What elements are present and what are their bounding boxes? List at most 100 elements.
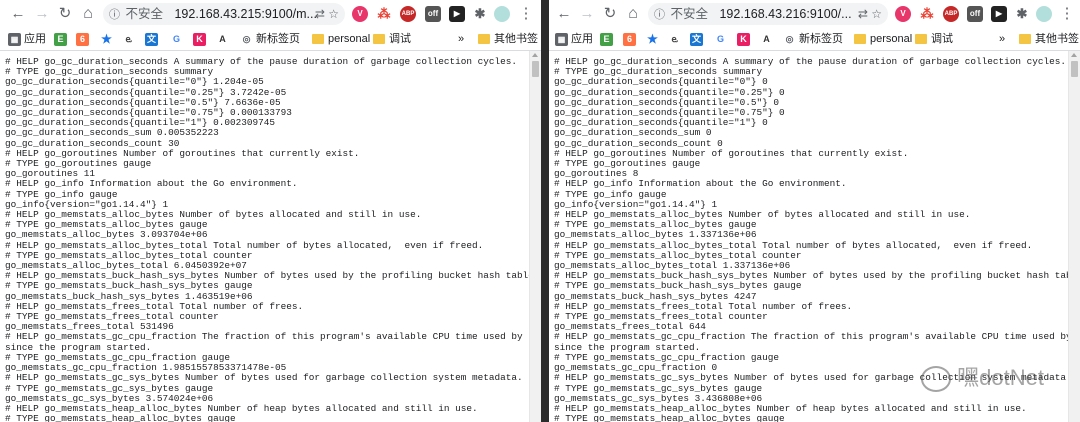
folder-icon [478,34,490,45]
puzzle-icon[interactable]: ✱ [472,6,488,22]
bookmark-other-label: 其他书签 [1035,33,1079,45]
bookmark-icon-4[interactable]: ⱸ [122,31,138,47]
vertical-scrollbar[interactable] [1068,51,1080,422]
scroll-thumb[interactable] [1071,61,1078,77]
bookmark-icon-4[interactable]: ⱸ [668,31,684,47]
watermark: 嘿dotNet [921,360,1044,392]
globe-icon: ◎ [240,32,253,46]
bookmark-icon-3[interactable]: ★ [100,31,116,47]
bookmark-star-icon: ★ [646,31,659,46]
forward-icon[interactable]: → [32,4,52,24]
browser-window-left: ← → ↻ ⌂ ⓘ 不安全 192.168.43.215:9100/m... ⇄… [0,0,541,422]
translate-and-star-icons[interactable]: ⇄ ☆ [858,3,882,25]
bookmark-icon-5[interactable]: 文 [145,31,161,47]
bookmark-other[interactable]: 其他书签 [1019,31,1079,47]
bookmark-debug[interactable]: 调试 [373,31,411,47]
page-content: # HELP go_gc_duration_seconds A summary … [0,51,530,422]
insecure-label: 不安全 [670,7,708,21]
bookmark-personal[interactable]: personal [312,31,370,47]
bookmark-swirl-icon: ⱸ [122,32,135,46]
url-text: 192.168.43.216:9100/... [719,7,852,21]
google-icon: G [170,32,183,46]
puzzle-icon[interactable]: ✱ [1014,6,1030,22]
bookmark-icon-3[interactable]: ★ [646,31,662,47]
bookmark-a-icon: A [760,32,773,46]
bookmark-apps[interactable]: ▦ 应用 [8,31,46,47]
warning-icon: ⓘ [654,9,665,21]
bookmark-new-tab[interactable]: ◎ 新标签页 [783,31,843,47]
extension-network-icon[interactable]: ⁂ [919,6,935,22]
bookmark-other-label: 其他书签 [494,33,538,45]
bookmark-icon-8[interactable]: A [216,31,232,47]
extension-square-icon[interactable]: ▶ [449,6,465,22]
avatar[interactable] [494,6,510,22]
menu-icon[interactable]: ⋮ [1057,4,1077,24]
bookmark-new-tab-label: 新标签页 [799,33,843,45]
extension-off-icon[interactable]: off [425,6,441,22]
bookmark-k-icon: K [737,32,750,46]
adblock-icon[interactable]: ABP [943,6,959,22]
bookmark-icon-6[interactable]: G [170,31,186,47]
bookmark-icon-6[interactable]: G [714,31,730,47]
browser-toolbar: ← → ↻ ⌂ ⓘ 不安全 192.168.43.216:9100/... ⇄ … [549,0,1080,28]
bookmark-other[interactable]: 其他书签 [478,31,538,47]
extension-off-icon[interactable]: off [967,6,983,22]
wechat-logo-icon [921,366,952,392]
extension-icon-1[interactable]: V [895,6,911,22]
bookmark-icon-7[interactable]: K [193,31,209,47]
bookmark-apps-label: 应用 [571,33,593,45]
vertical-scrollbar[interactable] [529,51,541,422]
bookmark-icon-1[interactable]: E [54,31,70,47]
bookmark-6-icon: 6 [623,32,636,46]
adblock-icon[interactable]: ABP [400,6,416,22]
bookmark-icon-8[interactable]: A [760,31,776,47]
back-icon[interactable]: ← [8,4,28,24]
bookmark-icon-2[interactable]: 6 [76,31,92,47]
warning-icon: ⓘ [109,9,120,21]
home-icon[interactable]: ⌂ [623,4,643,24]
browser-toolbar: ← → ↻ ⌂ ⓘ 不安全 192.168.43.215:9100/m... ⇄… [0,0,541,28]
bookmark-a-icon: A [216,32,229,46]
bookmark-debug-label: 调试 [931,33,953,45]
address-bar[interactable]: ⓘ 不安全 192.168.43.215:9100/m... ⇄ ☆ [103,3,345,25]
extension-network-icon[interactable]: ⁂ [376,6,392,22]
reload-icon[interactable]: ↻ [55,4,75,24]
extension-square-icon[interactable]: ▶ [991,6,1007,22]
bookmark-icon-2[interactable]: 6 [623,31,639,47]
globe-icon: ◎ [783,32,796,46]
bookmark-debug[interactable]: 调试 [915,31,953,47]
bookmark-personal-label: personal [328,33,371,45]
bookmark-apps[interactable]: ▦ 应用 [555,31,593,47]
bookmark-personal-label: personal [870,33,913,45]
extension-icon-1[interactable]: V [352,6,368,22]
folder-icon [854,34,866,45]
google-icon: G [714,32,727,46]
off-badge: off [427,9,439,18]
bookmark-personal[interactable]: personal [854,31,912,47]
scroll-up-arrow-icon[interactable] [1071,53,1077,57]
forward-icon[interactable]: → [577,4,597,24]
insecure-label: 不安全 [125,7,163,21]
bookmark-icon-1[interactable]: E [600,31,616,47]
bookmarks-overflow[interactable]: » [999,31,1005,47]
avatar[interactable] [1036,6,1052,22]
bookmark-translate-icon: 文 [690,32,703,46]
bookmark-e-icon: E [600,32,613,46]
back-icon[interactable]: ← [554,4,574,24]
bookmark-icon-7[interactable]: K [737,31,753,47]
folder-icon [915,34,927,45]
bookmark-swirl-icon: ⱸ [668,32,681,46]
reload-icon[interactable]: ↻ [600,4,620,24]
bookmark-star-icon: ★ [100,31,113,46]
scroll-thumb[interactable] [532,61,539,77]
translate-and-star-icons[interactable]: ⇄ ☆ [315,3,339,25]
home-icon[interactable]: ⌂ [78,4,98,24]
bookmarks-overflow[interactable]: » [458,31,464,47]
bookmark-new-tab[interactable]: ◎ 新标签页 [240,31,300,47]
bookmark-new-tab-label: 新标签页 [256,33,300,45]
bookmark-icon-5[interactable]: 文 [690,31,706,47]
menu-icon[interactable]: ⋮ [516,4,536,24]
folder-icon [312,34,324,45]
address-bar[interactable]: ⓘ 不安全 192.168.43.216:9100/... ⇄ ☆ [648,3,888,25]
scroll-up-arrow-icon[interactable] [532,53,538,57]
